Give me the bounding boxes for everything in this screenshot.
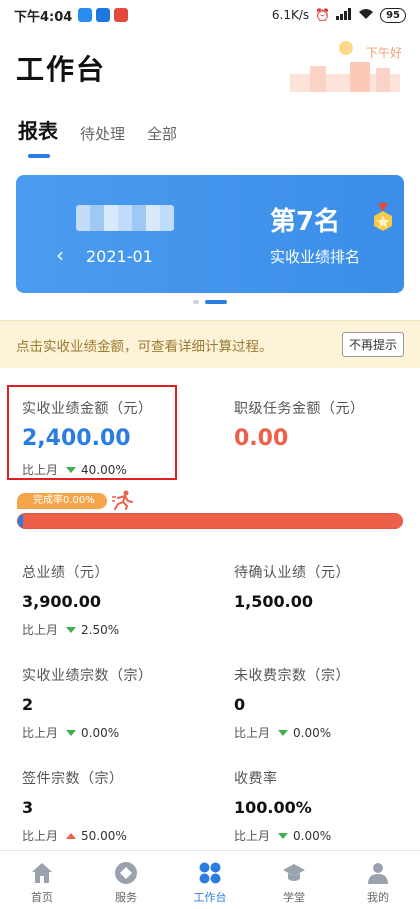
compare-label: 比上月 <box>234 726 271 740</box>
metric-label: 签件宗数（宗） <box>22 771 124 787</box>
metric-actual-revenue[interactable]: 实收业绩金额（元） 2,400.00 比上月 40.00% <box>22 398 153 478</box>
completion-progress-bar <box>17 513 403 529</box>
tab-pending[interactable]: 待处理 <box>80 123 125 152</box>
notice-bar: 点击实收业绩金额，可查看详细计算过程。 不再提示 <box>0 320 420 368</box>
trend-up-icon <box>66 832 77 839</box>
metric-compare: 比上月 0.00% <box>234 827 331 844</box>
compare-value: 50.00% <box>81 828 127 843</box>
trend-down-icon <box>278 729 289 736</box>
compare-label: 比上月 <box>22 726 59 740</box>
profile-icon <box>368 863 388 884</box>
report-tabs: 报表 待处理 全部 <box>18 115 177 158</box>
banner-rank: 第7名 <box>270 207 341 237</box>
metric-actual-count: 实收业绩宗数（宗） 2 比上月 0.00% <box>22 665 153 741</box>
dismiss-notice-button[interactable]: 不再提示 <box>341 332 404 357</box>
battery-indicator: 95 <box>380 7 406 23</box>
metric-value: 0.00 <box>234 426 289 451</box>
metric-compare: 比上月 2.50% <box>22 621 119 638</box>
metric-label: 未收费宗数（宗） <box>234 668 350 684</box>
academy-icon <box>283 864 305 881</box>
metric-value: 3 <box>22 798 34 817</box>
tab-reports[interactable]: 报表 <box>18 115 58 158</box>
metric-label: 实收业绩宗数（宗） <box>22 668 153 684</box>
compare-value: 0.00% <box>81 725 120 740</box>
alarm-icon: ⏰ <box>315 8 331 22</box>
metric-value[interactable]: 2,400.00 <box>22 426 153 451</box>
nav-item-academy[interactable]: 学堂 <box>252 851 336 909</box>
blurred-name <box>76 205 174 231</box>
greeting-text: 下午好 <box>365 46 402 60</box>
nav-label: 服务 <box>115 891 137 904</box>
metric-unpaid-count: 未收费宗数（宗） 0 比上月 0.00% <box>234 665 350 741</box>
app-notification-icon <box>78 8 93 22</box>
ranking-banner[interactable]: ‹ 2021-01 第7名 实收业绩排名 <box>16 175 404 293</box>
status-indicators: 6.1K/s ⏰ 95 <box>271 7 406 23</box>
compare-label: 比上月 <box>22 463 59 477</box>
progress-fill <box>18 514 23 528</box>
app-notification-icon <box>96 8 111 22</box>
workbench-icon <box>199 862 221 884</box>
nav-item-home[interactable]: 首页 <box>0 851 84 909</box>
metric-signed-count: 签件宗数（宗） 3 比上月 50.00% <box>22 768 127 844</box>
metric-value: 100.00% <box>234 798 312 817</box>
trend-down-icon <box>66 466 77 473</box>
home-icon <box>32 863 52 883</box>
metric-pending-confirm: 待确认业绩（元） 1,500.00 <box>234 562 350 611</box>
metric-rank-task: 职级任务金额（元） 0.00 <box>234 398 365 451</box>
banner-rank-label: 实收业绩排名 <box>270 248 361 266</box>
metric-value: 2 <box>22 695 34 714</box>
nav-label: 我的 <box>367 891 389 904</box>
compare-value: 2.50% <box>81 622 120 637</box>
app-notification-icon <box>114 8 129 22</box>
carousel-dot <box>193 300 199 304</box>
compare-value: 0.00% <box>293 725 332 740</box>
metric-compare: 比上月 40.00% <box>22 461 153 478</box>
compare-label: 比上月 <box>234 829 271 843</box>
chevron-left-icon[interactable]: ‹ <box>56 243 64 267</box>
network-speed: 6.1K/s <box>271 8 310 22</box>
metric-value: 1,500.00 <box>234 592 313 611</box>
metric-value: 0 <box>234 695 246 714</box>
metric-label: 职级任务金额（元） <box>234 401 365 417</box>
metric-total-revenue: 总业绩（元） 3,900.00 比上月 2.50% <box>22 562 119 638</box>
bottom-nav: 首页 服务 工作台 学堂 我的 <box>0 850 420 909</box>
metric-compare: 比上月 0.00% <box>234 724 350 741</box>
metric-value: 3,900.00 <box>22 592 101 611</box>
nav-label: 首页 <box>31 891 53 904</box>
metric-fee-rate: 收费率 100.00% 比上月 0.00% <box>234 768 331 844</box>
compare-label: 比上月 <box>22 829 59 843</box>
medal-icon <box>374 203 392 231</box>
notice-text: 点击实收业绩金额，可查看详细计算过程。 <box>16 338 273 355</box>
carousel-indicator <box>0 300 420 304</box>
compare-value: 0.00% <box>293 828 332 843</box>
page-title: 工作台 <box>16 53 107 86</box>
metric-compare: 比上月 0.00% <box>22 724 153 741</box>
status-bar: 下午4:04 6.1K/s ⏰ 95 <box>0 0 420 30</box>
carousel-dot-active <box>205 300 227 304</box>
nav-label: 工作台 <box>193 891 227 904</box>
service-icon <box>115 862 137 884</box>
nav-item-service[interactable]: 服务 <box>84 851 168 909</box>
wifi-icon <box>358 8 374 23</box>
status-time: 下午4:04 <box>14 9 73 25</box>
compare-value: 40.00% <box>81 462 127 477</box>
compare-label: 比上月 <box>22 623 59 637</box>
banner-date: 2021-01 <box>86 247 153 266</box>
trend-down-icon <box>278 832 289 839</box>
nav-item-profile[interactable]: 我的 <box>336 851 420 909</box>
completion-badge: 完成率0.00% <box>17 493 107 509</box>
metric-label: 实收业绩金额（元） <box>22 401 153 417</box>
metric-compare: 比上月 50.00% <box>22 827 127 844</box>
runner-icon <box>112 490 133 510</box>
metric-label: 总业绩（元） <box>22 565 109 581</box>
signal-icon <box>336 7 352 23</box>
trend-down-icon <box>66 626 77 633</box>
nav-item-workbench[interactable]: 工作台 <box>168 851 252 909</box>
tab-all[interactable]: 全部 <box>147 123 177 152</box>
header: 工作台 下午好 <box>0 30 420 110</box>
nav-label: 学堂 <box>283 891 305 904</box>
metric-label: 收费率 <box>234 771 278 787</box>
trend-down-icon <box>66 729 77 736</box>
metric-label: 待确认业绩（元） <box>234 565 350 581</box>
